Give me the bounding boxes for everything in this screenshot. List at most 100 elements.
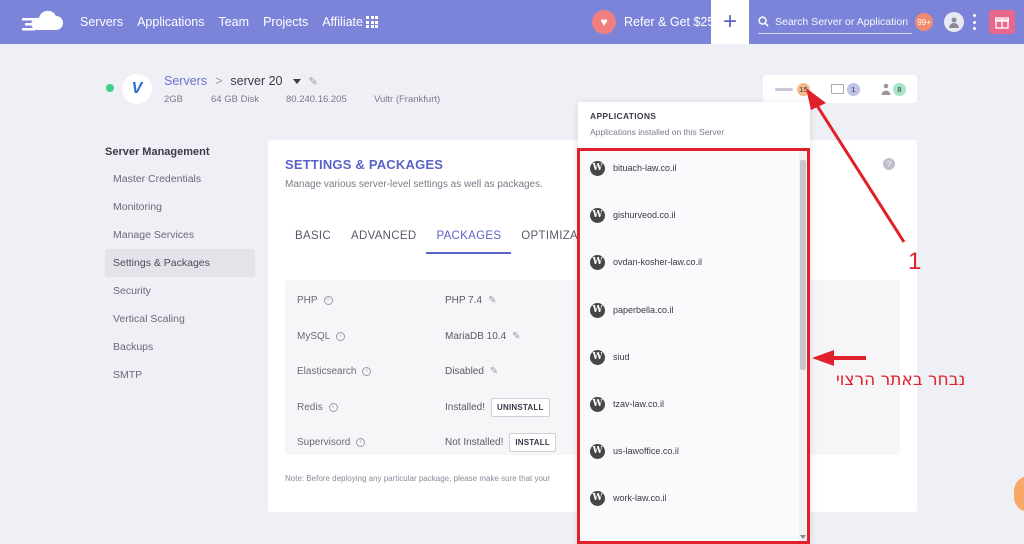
wordpress-icon: W bbox=[590, 490, 605, 506]
sidebar-item-vertical-scaling[interactable]: Vertical Scaling bbox=[105, 305, 255, 333]
annotation-number: 1 bbox=[908, 248, 922, 275]
users-count-badge[interactable]: 8 bbox=[893, 83, 906, 96]
list-item[interactable]: Wtzav-law.co.il bbox=[590, 394, 664, 414]
info-icon[interactable]: i bbox=[336, 331, 346, 341]
refer-button[interactable]: ♥ Refer & Get $25 bbox=[592, 10, 714, 34]
server-provider: Vultr (Frankfurt) bbox=[374, 94, 441, 105]
package-value: Disabled bbox=[445, 365, 484, 377]
scrollbar-thumb[interactable] bbox=[800, 160, 806, 370]
cloudways-logo-icon[interactable] bbox=[22, 10, 66, 34]
edit-mysql-icon[interactable]: ✎ bbox=[512, 331, 520, 342]
tab-basic[interactable]: BASIC bbox=[285, 220, 341, 254]
chat-widget-button[interactable] bbox=[1014, 476, 1024, 512]
info-icon[interactable]: i bbox=[362, 366, 372, 376]
wordpress-icon: W bbox=[590, 207, 605, 223]
package-name: Redis bbox=[297, 401, 323, 413]
info-icon[interactable]: i bbox=[323, 295, 333, 305]
search-icon bbox=[758, 16, 769, 27]
sidebar-item-monitoring[interactable]: Monitoring bbox=[105, 193, 255, 221]
avatar[interactable] bbox=[944, 12, 964, 32]
info-icon[interactable]: i bbox=[356, 437, 366, 447]
server-stats-pills: 15 1 8 bbox=[763, 75, 917, 103]
sidebar-item-manage-services[interactable]: Manage Services bbox=[105, 221, 255, 249]
list-item[interactable]: Wovdan-kosher-law.co.il bbox=[590, 252, 702, 272]
server-status-dot bbox=[106, 84, 114, 92]
sidebar-item-master-credentials[interactable]: Master Credentials bbox=[105, 165, 255, 193]
help-icon[interactable]: ? bbox=[883, 158, 895, 170]
scroll-down-icon[interactable] bbox=[800, 535, 806, 539]
sidebar-item-settings-packages[interactable]: Settings & Packages bbox=[105, 249, 255, 277]
breadcrumb-separator: > bbox=[215, 74, 223, 88]
sidebar-item-security[interactable]: Security bbox=[105, 277, 255, 305]
applications-list: Wbituach-law.co.il Wgishurveod.co.il Wov… bbox=[578, 148, 810, 544]
sidebar: Master Credentials Monitoring Manage Ser… bbox=[105, 165, 255, 389]
edit-server-name-icon[interactable]: ✎ bbox=[309, 75, 318, 88]
install-supervisord-button[interactable]: INSTALL bbox=[509, 432, 556, 452]
applications-title: APPLICATIONS bbox=[590, 111, 657, 121]
package-name: MySQL bbox=[297, 330, 331, 342]
wordpress-icon: W bbox=[590, 349, 605, 365]
app-name: bituach-law.co.il bbox=[613, 163, 677, 173]
package-row-elasticsearch: Elasticsearch i Disabled ✎ bbox=[297, 361, 498, 381]
edit-elasticsearch-icon[interactable]: ✎ bbox=[490, 366, 498, 377]
package-value: PHP 7.4 bbox=[445, 294, 483, 306]
add-button[interactable]: + bbox=[711, 0, 749, 44]
list-item[interactable]: Wus-lawoffice.co.il bbox=[590, 441, 679, 461]
app-name: paperbella.co.il bbox=[613, 305, 674, 315]
main-nav: Servers Applications Team Projects Affil… bbox=[80, 0, 363, 44]
page-title: SETTINGS & PACKAGES bbox=[285, 157, 444, 172]
sidebar-title: Server Management bbox=[105, 146, 210, 158]
nav-servers[interactable]: Servers bbox=[80, 15, 123, 29]
list-item[interactable]: Wbituach-law.co.il bbox=[590, 158, 677, 178]
package-row-php: PHP i PHP 7.4 ✎ bbox=[297, 290, 496, 310]
apps-icon[interactable] bbox=[775, 88, 793, 91]
user-icon bbox=[949, 17, 959, 28]
gift-icon[interactable] bbox=[989, 10, 1015, 34]
search-input[interactable]: Search Server or Application bbox=[758, 10, 912, 34]
mail-count-badge[interactable]: 1 bbox=[847, 83, 860, 96]
annotation-text: נבחר באתר הרצוי bbox=[836, 370, 966, 390]
top-navbar: Servers Applications Team Projects Affil… bbox=[0, 0, 1024, 44]
server-meta: 2GB 64 GB Disk 80.240.16.205 Vultr (Fran… bbox=[164, 94, 440, 105]
app-name: us-lawoffice.co.il bbox=[613, 446, 679, 456]
list-item[interactable]: Wsiud bbox=[590, 347, 630, 367]
users-icon[interactable] bbox=[881, 83, 891, 95]
applications-subtitle: Applications installed on this Server bbox=[590, 127, 725, 137]
nav-affiliate[interactable]: Affiliate bbox=[322, 15, 363, 29]
nav-projects[interactable]: Projects bbox=[263, 15, 308, 29]
apps-grid-icon[interactable] bbox=[366, 16, 378, 28]
refer-label: Refer & Get $25 bbox=[624, 15, 715, 29]
list-item[interactable]: Wpaperbella.co.il bbox=[590, 300, 674, 320]
app-name: gishurveod.co.il bbox=[613, 210, 676, 220]
sidebar-item-backups[interactable]: Backups bbox=[105, 333, 255, 361]
applications-dropdown: APPLICATIONS Applications installed on t… bbox=[578, 102, 810, 544]
wordpress-icon: W bbox=[590, 302, 605, 318]
settings-tabs: BASIC ADVANCED PACKAGES OPTIMIZATIO bbox=[285, 220, 607, 254]
more-menu-icon[interactable] bbox=[973, 14, 977, 30]
apps-count-badge[interactable]: 15 bbox=[797, 83, 810, 96]
app-name: work-law.co.il bbox=[613, 493, 667, 503]
list-item[interactable]: Wgishurveod.co.il bbox=[590, 205, 676, 225]
sidebar-item-smtp[interactable]: SMTP bbox=[105, 361, 255, 389]
heart-icon: ♥ bbox=[592, 10, 616, 34]
breadcrumb-servers-link[interactable]: Servers bbox=[164, 74, 207, 88]
package-name: Supervisord bbox=[297, 436, 351, 448]
edit-php-icon[interactable]: ✎ bbox=[488, 295, 496, 306]
package-row-redis: Redis i Installed! UNINSTALL bbox=[297, 397, 550, 417]
notifications-badge[interactable]: 99+ bbox=[915, 13, 933, 31]
wordpress-icon: W bbox=[590, 396, 605, 412]
nav-team[interactable]: Team bbox=[218, 15, 249, 29]
server-name: server 20 bbox=[230, 74, 283, 88]
tab-advanced[interactable]: ADVANCED bbox=[341, 220, 426, 254]
uninstall-redis-button[interactable]: UNINSTALL bbox=[491, 397, 550, 417]
nav-applications[interactable]: Applications bbox=[137, 15, 204, 29]
tab-packages[interactable]: PACKAGES bbox=[426, 220, 512, 254]
app-name: siud bbox=[613, 352, 630, 362]
server-ip: 80.240.16.205 bbox=[286, 94, 347, 105]
list-item[interactable]: Wwork-law.co.il bbox=[590, 488, 667, 508]
package-row-mysql: MySQL i MariaDB 10.4 ✎ bbox=[297, 326, 521, 346]
mail-icon[interactable] bbox=[831, 84, 844, 94]
breadcrumb: Servers > server 20 ✎ bbox=[164, 74, 318, 88]
server-switch-caret-icon[interactable] bbox=[292, 78, 301, 84]
info-icon[interactable]: i bbox=[328, 402, 338, 412]
